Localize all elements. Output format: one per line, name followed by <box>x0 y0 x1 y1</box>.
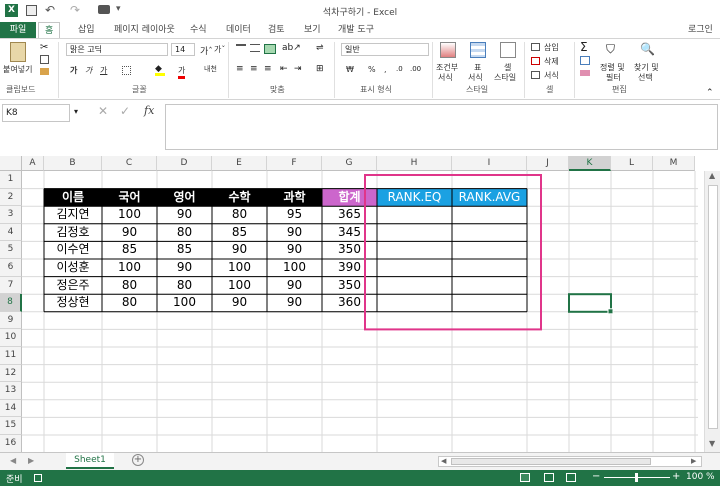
selected-cell-k8 <box>568 293 612 313</box>
table-borders <box>43 174 614 331</box>
highlight-box <box>364 174 542 331</box>
